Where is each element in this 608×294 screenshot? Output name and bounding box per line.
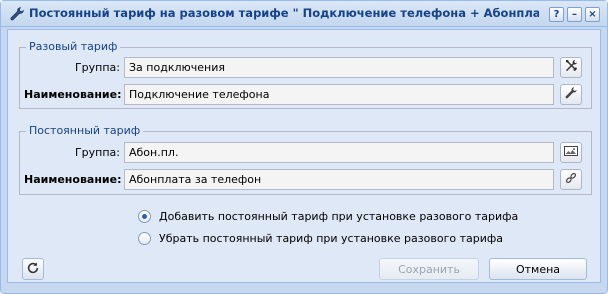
help-button[interactable]: ?: [549, 7, 564, 22]
tools-icon: [563, 58, 579, 77]
one-time-name-field[interactable]: Подключение телефона: [124, 84, 554, 105]
link-icon: [564, 171, 578, 188]
one-time-name-select-button[interactable]: [560, 84, 582, 105]
window-title: Постоянный тариф на разовом тарифе " Под…: [29, 6, 539, 20]
permanent-name-select-button[interactable]: [560, 169, 582, 190]
close-button[interactable]: ×: [585, 7, 600, 22]
group-label: Группа:: [74, 146, 120, 159]
option-add-label[interactable]: Добавить постоянный тариф при установке …: [159, 210, 518, 223]
option-remove-label[interactable]: Убрать постоянный тариф при установке ра…: [159, 232, 503, 245]
option-add-row[interactable]: Добавить постоянный тариф при установке …: [138, 208, 518, 224]
cancel-button[interactable]: Отмена: [489, 258, 587, 280]
dialog-body: Разовый тариф Группа: За подключения Наи…: [7, 29, 601, 283]
one-time-group-select-button[interactable]: [560, 57, 582, 78]
name-label: Наименование:: [24, 173, 122, 186]
name-label: Наименование:: [24, 88, 122, 101]
one-time-tariff-legend: Разовый тариф: [26, 40, 121, 53]
permanent-group-field[interactable]: Абон.пл.: [124, 142, 554, 163]
wrench-icon: [564, 86, 578, 103]
refresh-button[interactable]: [22, 258, 44, 280]
refresh-icon: [26, 261, 40, 278]
dialog-window: Постоянный тариф на разовом тарифе " Под…: [0, 0, 608, 294]
minimize-button[interactable]: –: [567, 7, 582, 22]
save-button[interactable]: Сохранить: [379, 258, 479, 280]
permanent-name-field[interactable]: Абонплата за телефон: [124, 169, 554, 190]
group-label: Группа:: [74, 61, 120, 74]
radio-remove-permanent[interactable]: [138, 231, 151, 245]
wrench-icon: [9, 6, 25, 22]
one-time-group-field[interactable]: За подключения: [124, 57, 554, 78]
radio-add-permanent[interactable]: [138, 209, 151, 223]
title-bar[interactable]: Постоянный тариф на разовом тарифе " Под…: [1, 1, 607, 27]
permanent-group-select-button[interactable]: [560, 142, 582, 163]
option-remove-row[interactable]: Убрать постоянный тариф при установке ра…: [138, 230, 503, 246]
permanent-tariff-legend: Постоянный тариф: [26, 124, 144, 137]
permanent-tariff-fieldset: Постоянный тариф Группа: Абон.пл. Наимен…: [19, 124, 592, 195]
folder-image-icon: [563, 143, 579, 162]
one-time-tariff-fieldset: Разовый тариф Группа: За подключения Наи…: [19, 40, 592, 109]
